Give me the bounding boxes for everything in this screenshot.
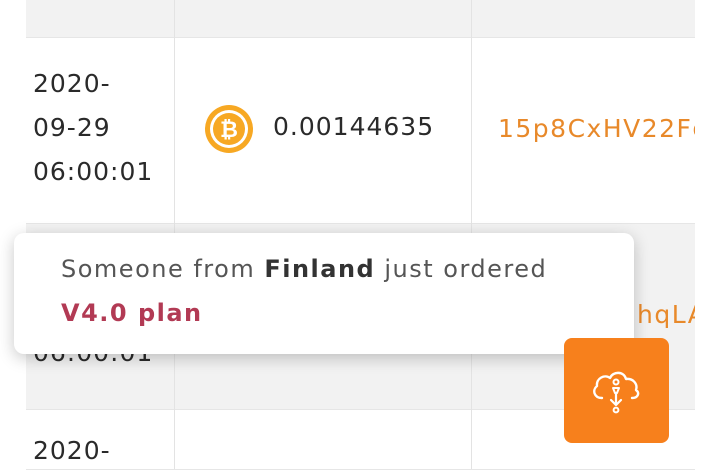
- wallet-address-link[interactable]: hqLA: [637, 300, 695, 329]
- notification-suffix: just ordered: [375, 255, 548, 283]
- bitcoin-icon: ₿: [203, 103, 253, 153]
- cloud-download-icon: [593, 371, 640, 414]
- transaction-date: 2020- 09-29 06:00:01: [33, 69, 154, 186]
- notification-prefix: Someone from: [61, 255, 265, 283]
- cloud-mining-button[interactable]: [564, 338, 669, 443]
- notification-plan: V4.0 plan: [61, 299, 203, 327]
- notification-message: Someone from Finland just ordered: [61, 255, 547, 283]
- transaction-amount: 0.00144635: [273, 112, 435, 141]
- purchase-notification-toast[interactable]: Someone from Finland just ordered V4.0 p…: [14, 233, 634, 354]
- table-header-row: [26, 0, 695, 38]
- notification-country: Finland: [264, 255, 376, 283]
- svg-text:₿: ₿: [220, 118, 238, 143]
- wallet-address-link[interactable]: 15p8CxHV22Fg: [498, 114, 695, 143]
- transaction-date: 2020-: [33, 436, 111, 465]
